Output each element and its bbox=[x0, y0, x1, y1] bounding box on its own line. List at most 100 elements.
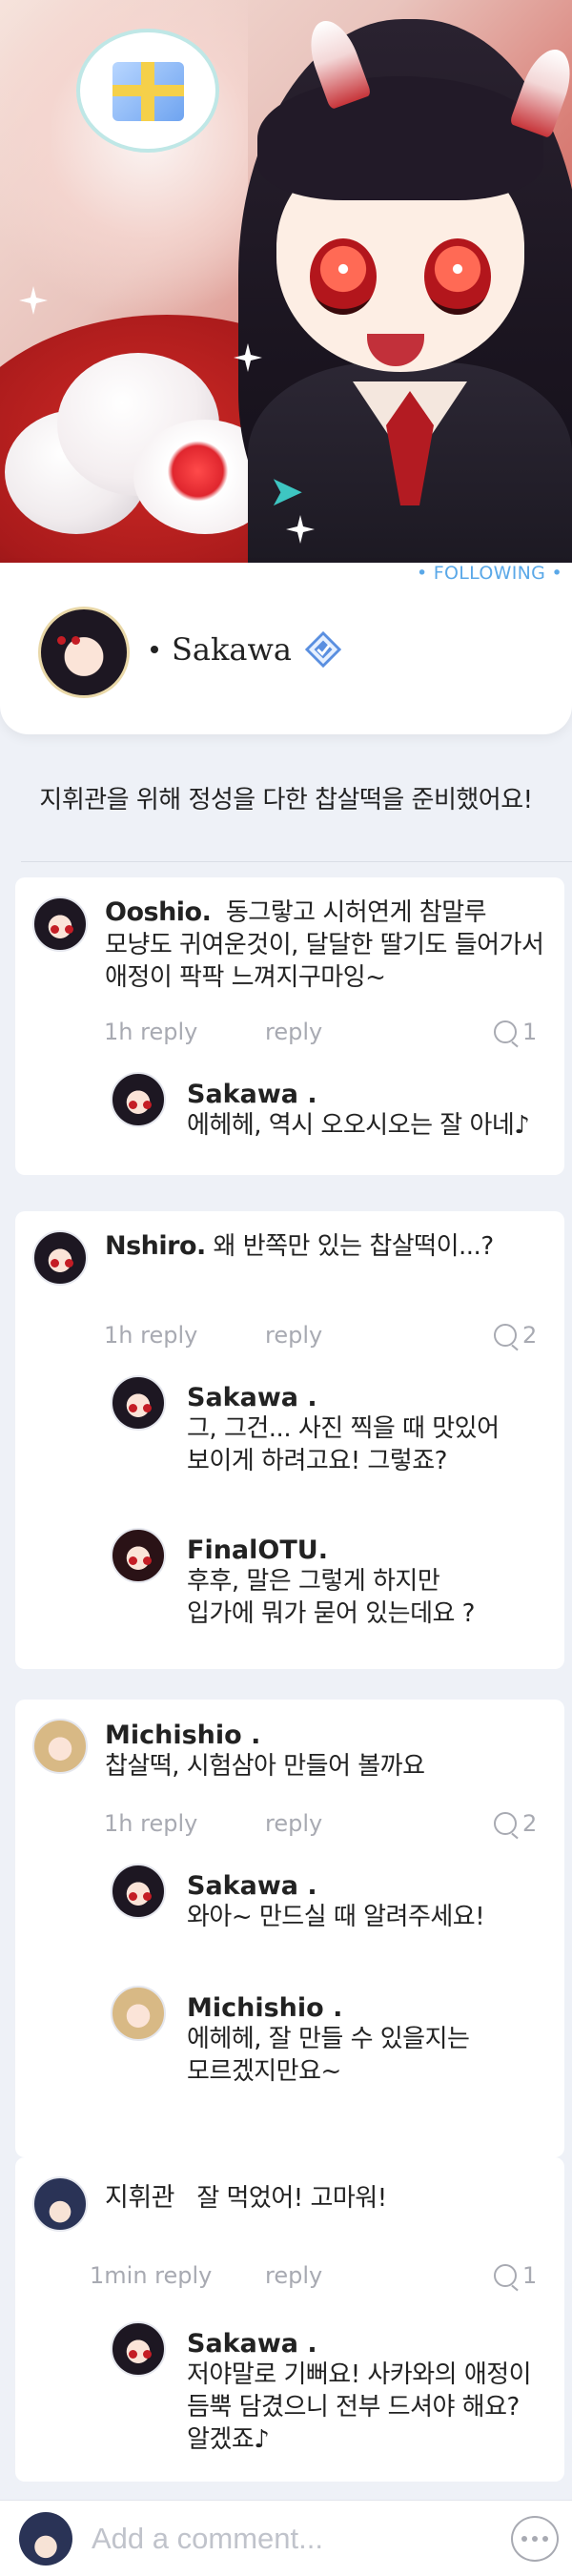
commenter-name[interactable]: Nshiro. bbox=[105, 1231, 206, 1261]
character-bangs bbox=[257, 76, 543, 200]
arrow-icon: ➤ bbox=[269, 467, 304, 516]
reply-count-value: 2 bbox=[522, 1810, 538, 1837]
reply-text: 와아~ 만드실 때 알려주세요! bbox=[187, 1903, 485, 1931]
comment-text: 모냥도 귀여운것이, 달달한 딸기도 들어가서 bbox=[105, 931, 544, 959]
reply-button[interactable]: reply bbox=[265, 1322, 322, 1349]
comment-text: 잘 먹었어! 고마워! bbox=[196, 2184, 387, 2213]
reply-count[interactable]: 2 bbox=[494, 1322, 537, 1349]
reply-text: 에헤헤, 잘 만들 수 있을지는 bbox=[187, 2025, 470, 2053]
replier-avatar[interactable] bbox=[111, 1072, 166, 1127]
reply-item: FinalOTU. 후후, 말은 그렇게 하지만 입가에 뭐가 묻어 있는데요 … bbox=[111, 1528, 549, 1633]
reply-text: 모르겠지만요~ bbox=[187, 2057, 341, 2086]
commenter-avatar[interactable] bbox=[32, 896, 88, 952]
character-eye bbox=[310, 238, 377, 315]
divider bbox=[21, 861, 572, 862]
reply-bubble-icon bbox=[494, 1020, 517, 1043]
following-label[interactable]: • FOLLOWING • bbox=[417, 563, 562, 584]
comment-card: 지휘관 잘 먹었어! 고마워! 1min reply reply 1 Sakaw… bbox=[15, 2157, 564, 2482]
reply-bubble-icon bbox=[494, 2264, 517, 2287]
reply-item: Sakawa . 그, 그건... 사진 찍을 때 맛있어 보이게 하려고요! … bbox=[111, 1375, 549, 1480]
reply-item: Michishio . 에헤헤, 잘 만들 수 있을지는 모르겠지만요~ bbox=[111, 1986, 549, 2091]
reply-item: Sakawa . 에헤헤, 역시 오오시오는 잘 아네♪ bbox=[111, 1072, 549, 1148]
comment-card: Nshiro. 왜 반쪽만 있는 찹살떡이...? 1h reply reply… bbox=[15, 1211, 564, 1669]
reply-text: 듬뿍 담겼으니 전부 드셔야 해요? bbox=[187, 2393, 520, 2421]
commenter-name[interactable]: Ooshio. bbox=[105, 897, 212, 927]
reply-text: 알겠죠♪ bbox=[187, 2425, 270, 2454]
replier-name[interactable]: Michishio . bbox=[187, 1993, 568, 2023]
reply-count[interactable]: 1 bbox=[494, 2262, 537, 2289]
reply-body: FinalOTU. 후후, 말은 그렇게 하지만 입가에 뭐가 묻어 있는데요 … bbox=[187, 1535, 568, 1630]
comment-body: Michishio . 찹살떡, 시험삼아 만들어 볼까요 bbox=[105, 1721, 562, 1783]
comment-text: 찹살떡, 시험삼아 만들어 볼까요 bbox=[105, 1752, 425, 1781]
comment-body: Ooshio. 동그랗고 시허연게 참말루 모냥도 귀여운것이, 달달한 딸기도… bbox=[105, 896, 562, 994]
comment-body: Nshiro. 왜 반쪽만 있는 찹살떡이...? bbox=[105, 1230, 562, 1263]
post-illustration: ➤ bbox=[0, 0, 572, 572]
reply-count-value: 2 bbox=[522, 1322, 538, 1349]
reply-item: Sakawa . 저야말로 기뻐요! 사카와의 애정이 듬뿍 담겼으니 전부 드… bbox=[111, 2321, 559, 2464]
reply-button[interactable]: reply bbox=[265, 2262, 322, 2289]
comment-input[interactable] bbox=[92, 2518, 473, 2560]
comment-body: 지휘관 잘 먹었어! 고마워! bbox=[105, 2182, 562, 2215]
comment-text: 왜 반쪽만 있는 찹살떡이...? bbox=[213, 1232, 495, 1261]
current-user-avatar bbox=[19, 2512, 72, 2566]
comment-line: 지휘관 잘 먹었어! 고마워! bbox=[105, 2182, 562, 2215]
commenter-name[interactable]: Michishio . bbox=[105, 1721, 562, 1750]
reply-body: Sakawa . 와아~ 만드실 때 알려주세요! bbox=[187, 1871, 568, 1933]
reply-text: 에헤헤, 역시 오오시오는 잘 아네♪ bbox=[187, 1111, 530, 1140]
replier-avatar[interactable] bbox=[111, 1375, 166, 1431]
replier-name[interactable]: Sakawa . bbox=[187, 1383, 568, 1412]
gift-icon bbox=[112, 62, 184, 121]
post-header-card: • FOLLOWING • Sakawa bbox=[0, 563, 572, 734]
replier-name[interactable]: Sakawa . bbox=[187, 1080, 568, 1109]
more-dots-icon[interactable] bbox=[511, 2516, 559, 2562]
commenter-avatar[interactable] bbox=[32, 1230, 88, 1286]
commenter-avatar[interactable] bbox=[32, 1719, 88, 1774]
verified-badge-icon bbox=[304, 631, 341, 668]
replier-avatar[interactable] bbox=[111, 1528, 166, 1583]
comment-time: 1h reply bbox=[104, 1322, 198, 1349]
post-text: 지휘관을 위해 정성을 다한 찹살떡을 준비했어요! bbox=[39, 786, 533, 814]
author-avatar[interactable] bbox=[38, 607, 130, 698]
reply-button[interactable]: reply bbox=[265, 1019, 322, 1045]
author-info: Sakawa bbox=[151, 631, 341, 668]
reply-count[interactable]: 2 bbox=[494, 1810, 537, 1837]
comment-text: 애정이 팍팍 느껴지구마잉~ bbox=[105, 963, 386, 992]
reply-body: Michishio . 에헤헤, 잘 만들 수 있을지는 모르겠지만요~ bbox=[187, 1993, 568, 2088]
reply-text: 그, 그건... 사진 찍을 때 맛있어 bbox=[187, 1414, 500, 1443]
character-eye bbox=[424, 238, 491, 315]
replier-avatar[interactable] bbox=[111, 1986, 166, 2041]
replier-name[interactable]: Sakawa . bbox=[187, 2329, 568, 2359]
comment-time: 1min reply bbox=[90, 2262, 213, 2289]
reply-text: 후후, 말은 그렇게 하지만 bbox=[187, 1567, 440, 1596]
commenter-name[interactable]: 지휘관 bbox=[105, 2183, 175, 2213]
replier-avatar[interactable] bbox=[111, 1864, 166, 1919]
reply-count[interactable]: 1 bbox=[494, 1019, 537, 1045]
reply-text: 입가에 뭐가 묻어 있는데요 ? bbox=[187, 1599, 475, 1628]
replier-avatar[interactable] bbox=[111, 2321, 166, 2377]
commenter-avatar[interactable] bbox=[32, 2176, 88, 2232]
bullet-dot bbox=[151, 646, 158, 653]
comment-line: Ooshio. 동그랗고 시허연게 참말루 bbox=[105, 896, 562, 929]
comment-composer bbox=[0, 2500, 572, 2576]
reply-body: Sakawa . 에헤헤, 역시 오오시오는 잘 아네♪ bbox=[187, 1080, 568, 1142]
author-name[interactable]: Sakawa bbox=[172, 631, 292, 668]
reply-item: Sakawa . 와아~ 만드실 때 알려주세요! bbox=[111, 1864, 549, 1940]
reply-count-value: 1 bbox=[522, 1019, 538, 1045]
reply-button[interactable]: reply bbox=[265, 1810, 322, 1837]
reply-count-value: 1 bbox=[522, 2262, 538, 2289]
reply-text: 보이게 하려고요! 그렇죠? bbox=[187, 1447, 447, 1475]
comment-card: Michishio . 찹살떡, 시험삼아 만들어 볼까요 1h reply r… bbox=[15, 1700, 564, 2157]
replier-name[interactable]: Sakawa . bbox=[187, 1871, 568, 1901]
replier-name[interactable]: FinalOTU. bbox=[187, 1535, 568, 1565]
reply-bubble-icon bbox=[494, 1812, 517, 1835]
reply-body: Sakawa . 저야말로 기뻐요! 사카와의 애정이 듬뿍 담겼으니 전부 드… bbox=[187, 2329, 568, 2456]
comment-text: 동그랗고 시허연게 참말루 bbox=[225, 898, 487, 927]
reply-body: Sakawa . 그, 그건... 사진 찍을 때 맛있어 보이게 하려고요! … bbox=[187, 1383, 568, 1477]
post-page: ➤ • FOLLOWING • Sakawa 지휘관을 위해 정성을 다한 찹살… bbox=[0, 0, 572, 2576]
reply-text: 저야말로 기뻐요! 사카와의 애정이 bbox=[187, 2360, 532, 2389]
comment-card: Ooshio. 동그랗고 시허연게 참말루 모냥도 귀여운것이, 달달한 딸기도… bbox=[15, 877, 564, 1175]
comment-time: 1h reply bbox=[104, 1810, 198, 1837]
comment-line: Nshiro. 왜 반쪽만 있는 찹살떡이...? bbox=[105, 1230, 562, 1263]
comment-time: 1h reply bbox=[104, 1019, 198, 1045]
reply-bubble-icon bbox=[494, 1324, 517, 1347]
